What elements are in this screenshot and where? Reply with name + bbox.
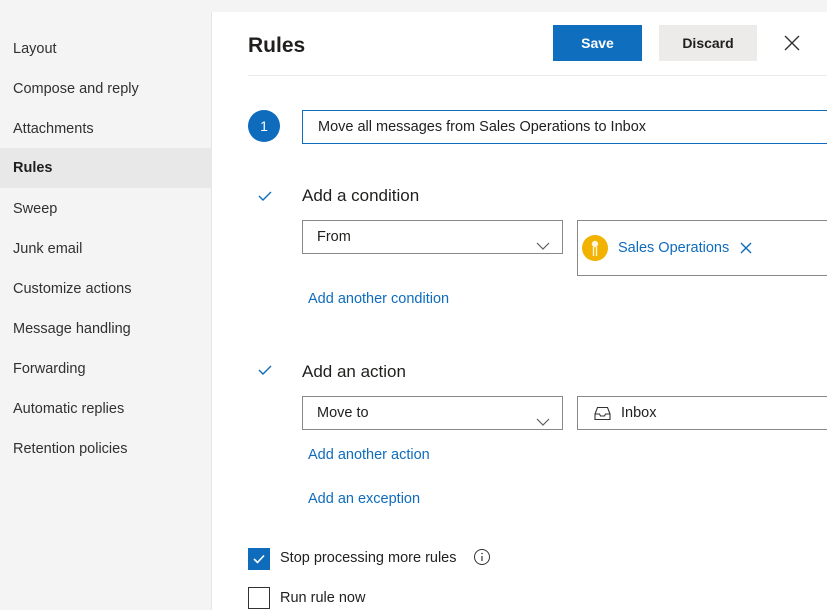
add-another-action-link[interactable]: Add another action: [308, 447, 430, 463]
avatar: [582, 235, 608, 261]
sidebar-item-customize-actions[interactable]: Customize actions: [0, 269, 212, 309]
sidebar-item-attachments[interactable]: Attachments: [0, 109, 212, 149]
target-folder-name: Inbox: [621, 405, 657, 421]
info-icon[interactable]: [473, 548, 491, 566]
step-number-badge: 1: [248, 110, 280, 142]
add-another-condition-link[interactable]: Add another condition: [308, 291, 449, 307]
add-exception-link[interactable]: Add an exception: [308, 491, 420, 507]
page-title: Rules: [248, 34, 306, 57]
sidebar-item-forwarding[interactable]: Forwarding: [0, 349, 212, 389]
sidebar-item-automatic-replies[interactable]: Automatic replies: [0, 389, 212, 429]
run-rule-now-checkbox[interactable]: [248, 587, 270, 609]
sidebar-item-sweep[interactable]: Sweep: [0, 189, 212, 229]
header-divider: [248, 75, 827, 76]
rule-editor-panel: Rules Save Discard 1 Add a condition Fro…: [213, 12, 827, 610]
chevron-down-icon: [536, 407, 550, 426]
top-strip: [0, 0, 827, 12]
sender-name: Sales Operations: [618, 240, 730, 256]
stop-processing-label: Stop processing more rules: [280, 550, 457, 566]
settings-sidebar: Layout Compose and reply Attachments Rul…: [0, 12, 212, 610]
sidebar-item-retention-policies[interactable]: Retention policies: [0, 429, 212, 469]
sidebar-item-message-handling[interactable]: Message handling: [0, 309, 212, 349]
close-icon[interactable]: [779, 30, 805, 56]
action-type-value: Move to: [317, 405, 369, 421]
stop-processing-checkbox[interactable]: [248, 548, 270, 570]
save-button[interactable]: Save: [553, 25, 642, 61]
sidebar-item-junk-email[interactable]: Junk email: [0, 229, 212, 269]
condition-type-dropdown[interactable]: From: [302, 220, 563, 254]
sidebar-item-compose-and-reply[interactable]: Compose and reply: [0, 69, 212, 109]
sidebar-item-layout[interactable]: Layout: [0, 29, 212, 69]
target-folder-picker[interactable]: Inbox: [577, 396, 827, 430]
condition-section-title: Add a condition: [302, 186, 420, 205]
sender-picker[interactable]: Sales Operations: [577, 220, 827, 276]
action-section-title: Add an action: [302, 362, 406, 381]
sidebar-item-rules[interactable]: Rules: [0, 148, 212, 188]
discard-button[interactable]: Discard: [659, 25, 757, 61]
condition-type-value: From: [317, 229, 351, 245]
action-type-dropdown[interactable]: Move to: [302, 396, 563, 430]
checkmark-icon: [250, 181, 280, 211]
inbox-icon: [594, 406, 611, 421]
run-rule-now-label: Run rule now: [280, 590, 366, 606]
rule-name-input[interactable]: [302, 110, 827, 144]
remove-sender-icon[interactable]: [739, 241, 753, 255]
chevron-down-icon: [536, 231, 550, 250]
checkmark-icon: [250, 355, 280, 385]
sender-chip: Sales Operations: [582, 234, 753, 262]
